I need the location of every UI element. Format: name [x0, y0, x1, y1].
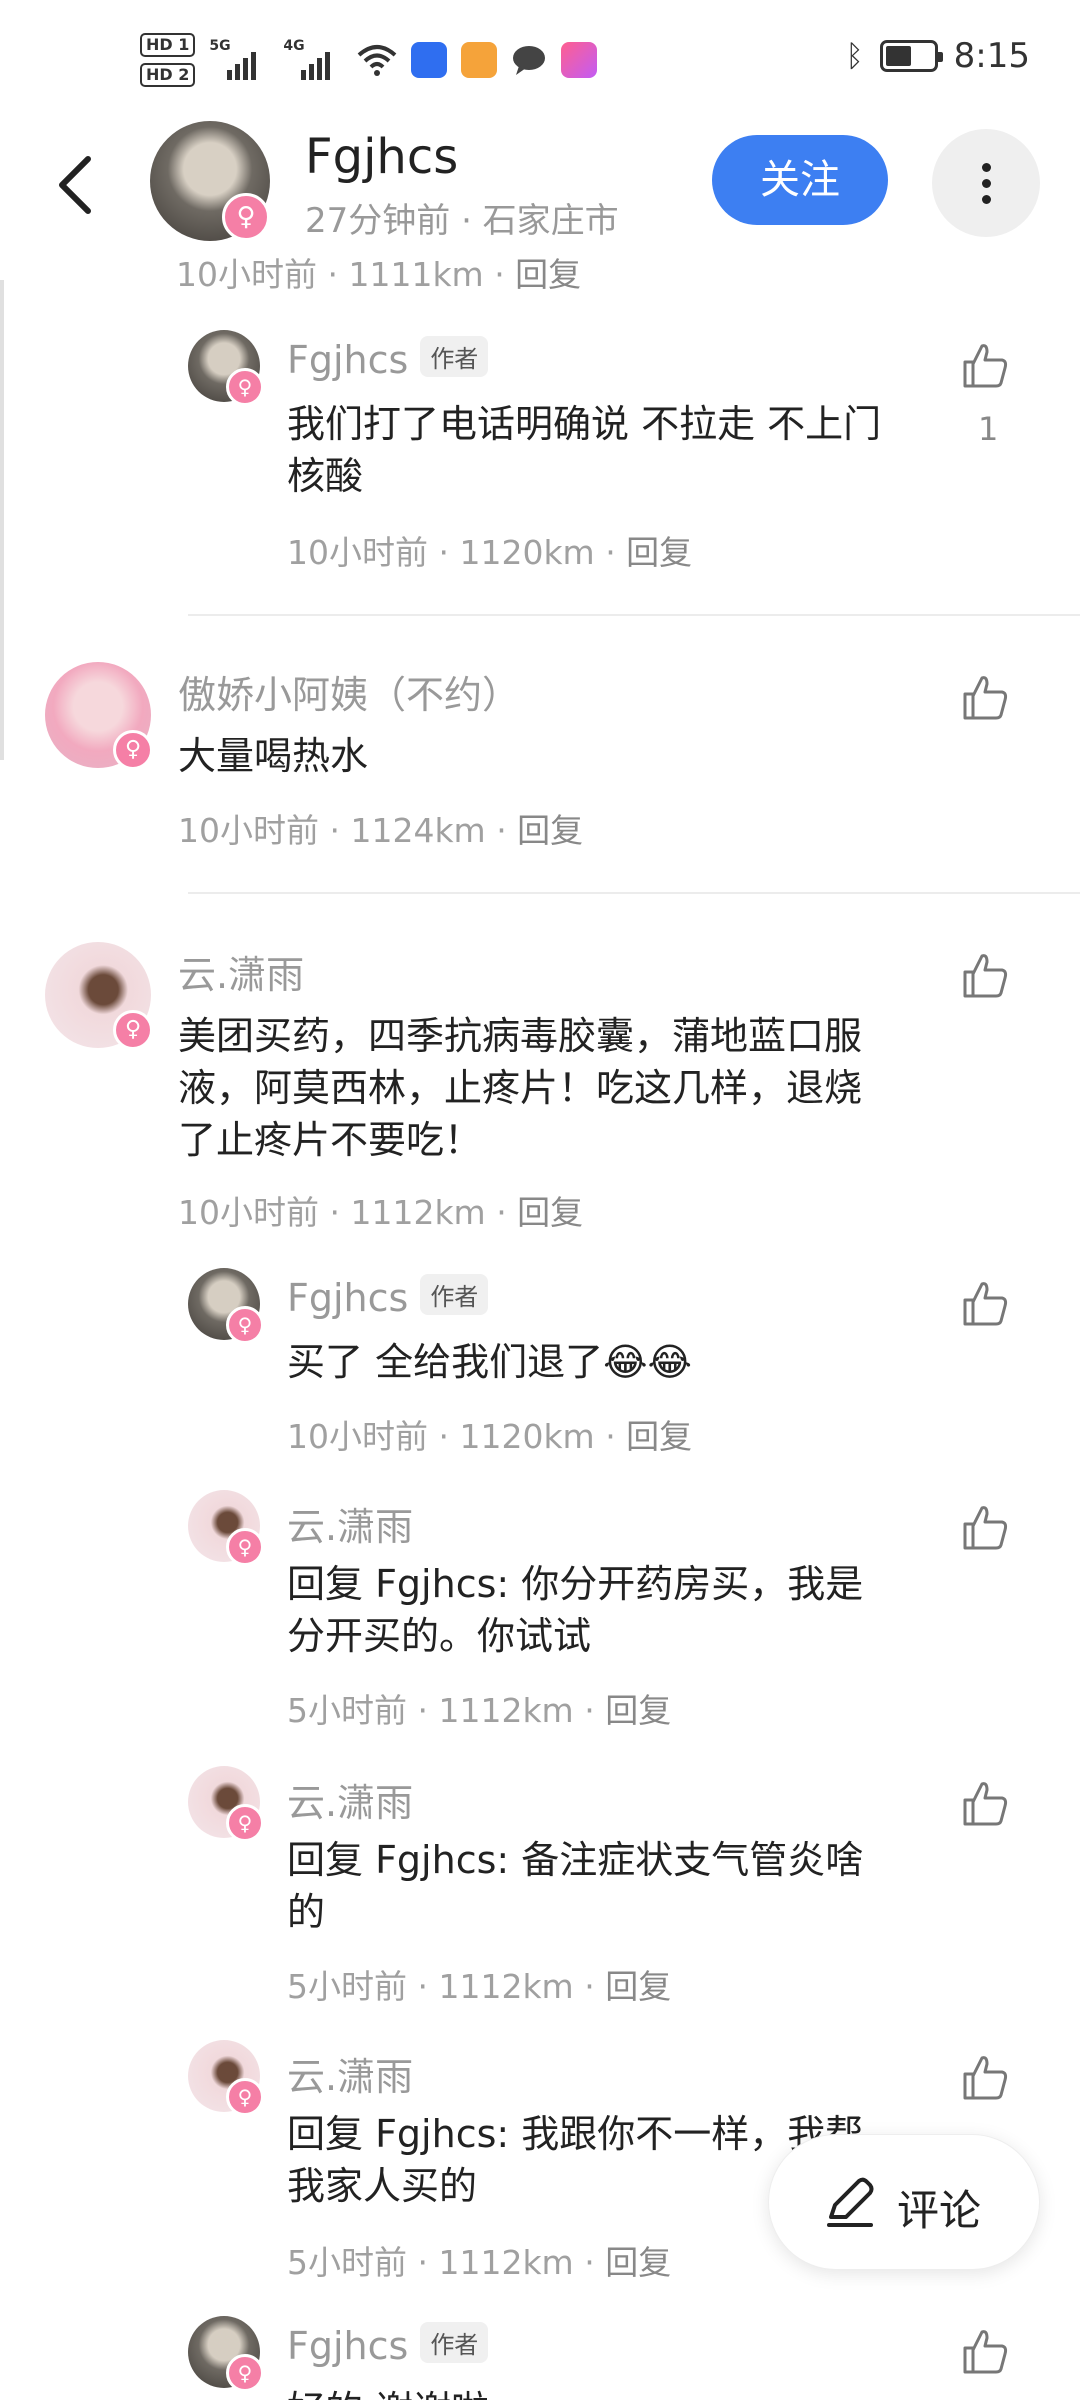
comment-author[interactable]: 云.潇雨 [287, 1496, 413, 1551]
post-header: ♀ Fgjhcs 27分钟前 · 石家庄市 关注 [0, 115, 1080, 245]
female-symbol-icon: ♀ [113, 730, 153, 770]
comment-meta: 5小时前 · 1112km · 回复 [287, 1691, 672, 1730]
female-symbol-icon: ♀ [226, 368, 264, 406]
video-app-notification-icon [461, 42, 498, 78]
comment-text: 买了 全给我们退了😂😂 [287, 1340, 692, 1384]
reply-link[interactable]: 回复 [517, 811, 583, 850]
status-left: HD 1 HD 2 5G 4G [140, 30, 598, 90]
author-tag: 作者 [420, 2322, 489, 2363]
avatar[interactable]: ♀ [188, 2316, 264, 2392]
author-tag: 作者 [420, 336, 489, 377]
female-symbol-icon: ♀ [226, 2078, 264, 2116]
hd-indicators: HD 1 HD 2 [140, 33, 196, 87]
avatar[interactable]: ♀ [188, 1490, 264, 1566]
message-notification-icon [513, 46, 546, 75]
reply-link[interactable]: 回复 [605, 1691, 671, 1730]
reply-link[interactable]: 回复 [515, 255, 581, 294]
battery-icon [879, 40, 943, 72]
follow-button[interactable]: 关注 [712, 135, 888, 225]
app-notification-icon [411, 42, 448, 78]
reply-link[interactable]: 回复 [605, 2243, 671, 2282]
female-symbol-icon: ♀ [226, 1528, 264, 1566]
comment-author[interactable]: 云.潇雨 [287, 1772, 413, 1827]
female-symbol-icon: ♀ [226, 1306, 264, 1344]
hd2-indicator: HD 2 [140, 63, 196, 87]
thumbs-up-icon[interactable] [960, 2326, 1010, 2376]
shop-app-notification-icon [561, 42, 598, 78]
reply-link[interactable]: 回复 [626, 533, 692, 572]
divider [188, 892, 1080, 894]
comment-text: 好的 谢谢啦 [287, 2384, 897, 2400]
comment-meta: 5小时前 · 1112km · 回复 [287, 2243, 672, 2282]
female-symbol-icon: ♀ [226, 1804, 264, 1842]
chevron-left-icon[interactable] [52, 155, 98, 215]
hd1-indicator: HD 1 [140, 33, 196, 57]
comment-text: 美团买药，四季抗病毒胶囊，蒲地蓝口服液，阿莫西林，止疼片！吃这几样，退烧了止疼片… [178, 1014, 863, 1162]
thumbs-up-icon[interactable] [960, 1502, 1010, 1552]
avatar[interactable]: ♀ [188, 2040, 264, 2116]
signal-4g-icon: 4G [283, 38, 343, 82]
avatar[interactable]: ♀ [45, 662, 153, 770]
thumbs-up-icon[interactable] [960, 1278, 1010, 1328]
comment-author[interactable]: 云.潇雨 [287, 2046, 413, 2101]
thumbs-up-icon[interactable] [960, 340, 1010, 390]
female-symbol-icon: ♀ [222, 193, 270, 241]
thumbs-up-icon[interactable] [960, 1778, 1010, 1828]
thumbs-up-icon[interactable] [960, 950, 1010, 1000]
avatar[interactable]: ♀ [188, 330, 264, 406]
comment-author[interactable]: 云.潇雨 [178, 944, 304, 999]
bluetooth-icon: ᛒ [845, 38, 864, 74]
avatar[interactable]: ♀ [188, 1268, 264, 1344]
thumbs-up-icon[interactable] [960, 2052, 1010, 2102]
status-bar: HD 1 HD 2 5G 4G ᛒ 8:15 [0, 0, 1080, 120]
comment-text: 回复 Fgjhcs: 你分开药房买，我是分开买的。你试试 [287, 1562, 864, 1658]
wifi-icon [358, 45, 397, 76]
female-symbol-icon: ♀ [113, 1010, 153, 1050]
thumbs-up-icon[interactable] [960, 672, 1010, 722]
comment-text: 回复 Fgjhcs: 备注症状支气管炎啥的 [287, 1838, 864, 1934]
avatar[interactable]: ♀ [45, 942, 153, 1050]
comment-author[interactable]: Fgjhcs 作者 [287, 336, 489, 382]
signal-5g-icon: 5G [209, 38, 269, 82]
status-right: ᛒ 8:15 [846, 36, 1030, 76]
pen-icon [827, 2177, 874, 2227]
author-avatar[interactable]: ♀ [150, 121, 270, 241]
reply-link[interactable]: 回复 [626, 1417, 692, 1456]
write-comment-label: 评论 [897, 2186, 982, 2235]
divider [188, 614, 1080, 616]
avatar[interactable]: ♀ [188, 1766, 264, 1842]
clock: 8:15 [953, 36, 1030, 76]
comment-meta: 10小时前 · 1111km · 回复 [176, 255, 582, 294]
comment-author[interactable]: Fgjhcs 作者 [287, 2322, 489, 2368]
like-count: 1 [978, 410, 999, 448]
author-name[interactable]: Fgjhcs [305, 129, 458, 185]
comment-text: 大量喝热水 [178, 734, 369, 778]
author-tag: 作者 [420, 1274, 489, 1315]
comment-text: 我们打了电话明确说 不拉走 不上门核酸 [287, 402, 882, 498]
reply-link[interactable]: 回复 [605, 1967, 671, 2006]
battery-level [885, 46, 911, 66]
comment-meta: 10小时前 · 1120km · 回复 [287, 533, 693, 572]
comment-meta: 10小时前 · 1120km · 回复 [287, 1417, 693, 1456]
comment-meta: 10小时前 · 1112km · 回复 [178, 1193, 584, 1232]
female-symbol-icon: ♀ [226, 2354, 264, 2392]
comment-author[interactable]: 傲娇小阿姨（不约） [178, 664, 520, 719]
left-edge-mark [0, 280, 4, 760]
screen: HD 1 HD 2 5G 4G ᛒ 8:15 ♀ Fgjhcs 27分钟前 · … [0, 0, 1080, 2400]
write-comment-button[interactable]: 评论 [768, 2134, 1040, 2270]
comment-meta: 10小时前 · 1124km · 回复 [178, 811, 584, 850]
more-vertical-icon[interactable] [932, 129, 1040, 237]
post-subtitle: 27分钟前 · 石家庄市 [305, 201, 619, 241]
comment-author[interactable]: Fgjhcs 作者 [287, 1274, 489, 1320]
reply-link[interactable]: 回复 [517, 1193, 583, 1232]
comment-meta: 5小时前 · 1112km · 回复 [287, 1967, 672, 2006]
